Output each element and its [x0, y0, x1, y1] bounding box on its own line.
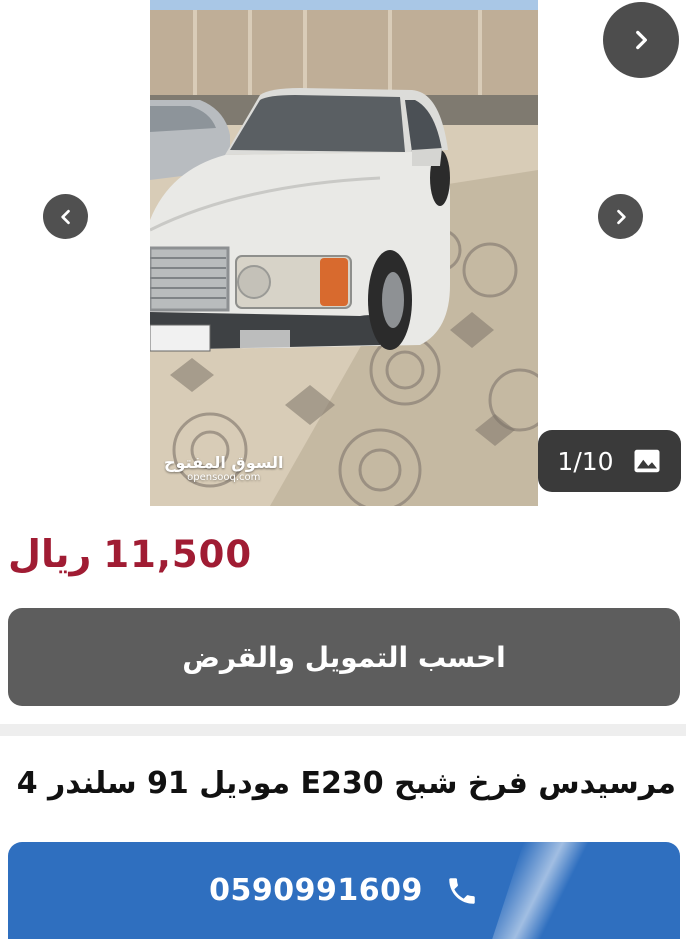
- phone-icon: [449, 877, 475, 904]
- call-button-content: 0590991609: [8, 842, 680, 939]
- listing-price: ريال 11,500: [8, 526, 252, 582]
- call-button[interactable]: 0590991609: [8, 842, 680, 939]
- chevron-left-icon: [60, 209, 70, 224]
- price-value: 11,500: [103, 532, 253, 576]
- watermark-english: opensooq.com: [187, 472, 261, 483]
- image-counter[interactable]: 1/10: [538, 430, 681, 492]
- finance-calculator-button[interactable]: احسب التمويل والقرض: [8, 608, 680, 706]
- section-divider: [0, 724, 686, 736]
- chevron-right-icon: [636, 30, 647, 50]
- price-currency: ريال: [8, 532, 92, 576]
- image-counter-text: 1/10: [557, 446, 614, 476]
- listing-page: السوق المفتوح opensooq.com 1/10 ريال 11,…: [0, 0, 686, 939]
- phone-number: 0590991609: [209, 873, 423, 908]
- opensooq-watermark: السوق المفتوح opensooq.com: [164, 454, 284, 484]
- image-gallery: السوق المفتوح opensooq.com 1/10: [0, 0, 686, 508]
- listing-photo[interactable]: السوق المفتوح opensooq.com: [150, 0, 538, 506]
- gallery-prev-button[interactable]: [43, 194, 88, 239]
- listing-title: مرسيدس فرخ شبح E230 موديل 91 سلندر 4: [16, 766, 676, 801]
- chevron-right-icon: [616, 209, 626, 224]
- finance-button-label: احسب التمويل والقرض: [182, 640, 506, 674]
- watermark-arabic: السوق المفتوح: [164, 453, 284, 472]
- car-photo-illustration: [150, 0, 538, 506]
- image-icon: [634, 449, 660, 473]
- gallery-next-button[interactable]: [598, 194, 643, 239]
- gallery-top-next-button[interactable]: [603, 2, 679, 78]
